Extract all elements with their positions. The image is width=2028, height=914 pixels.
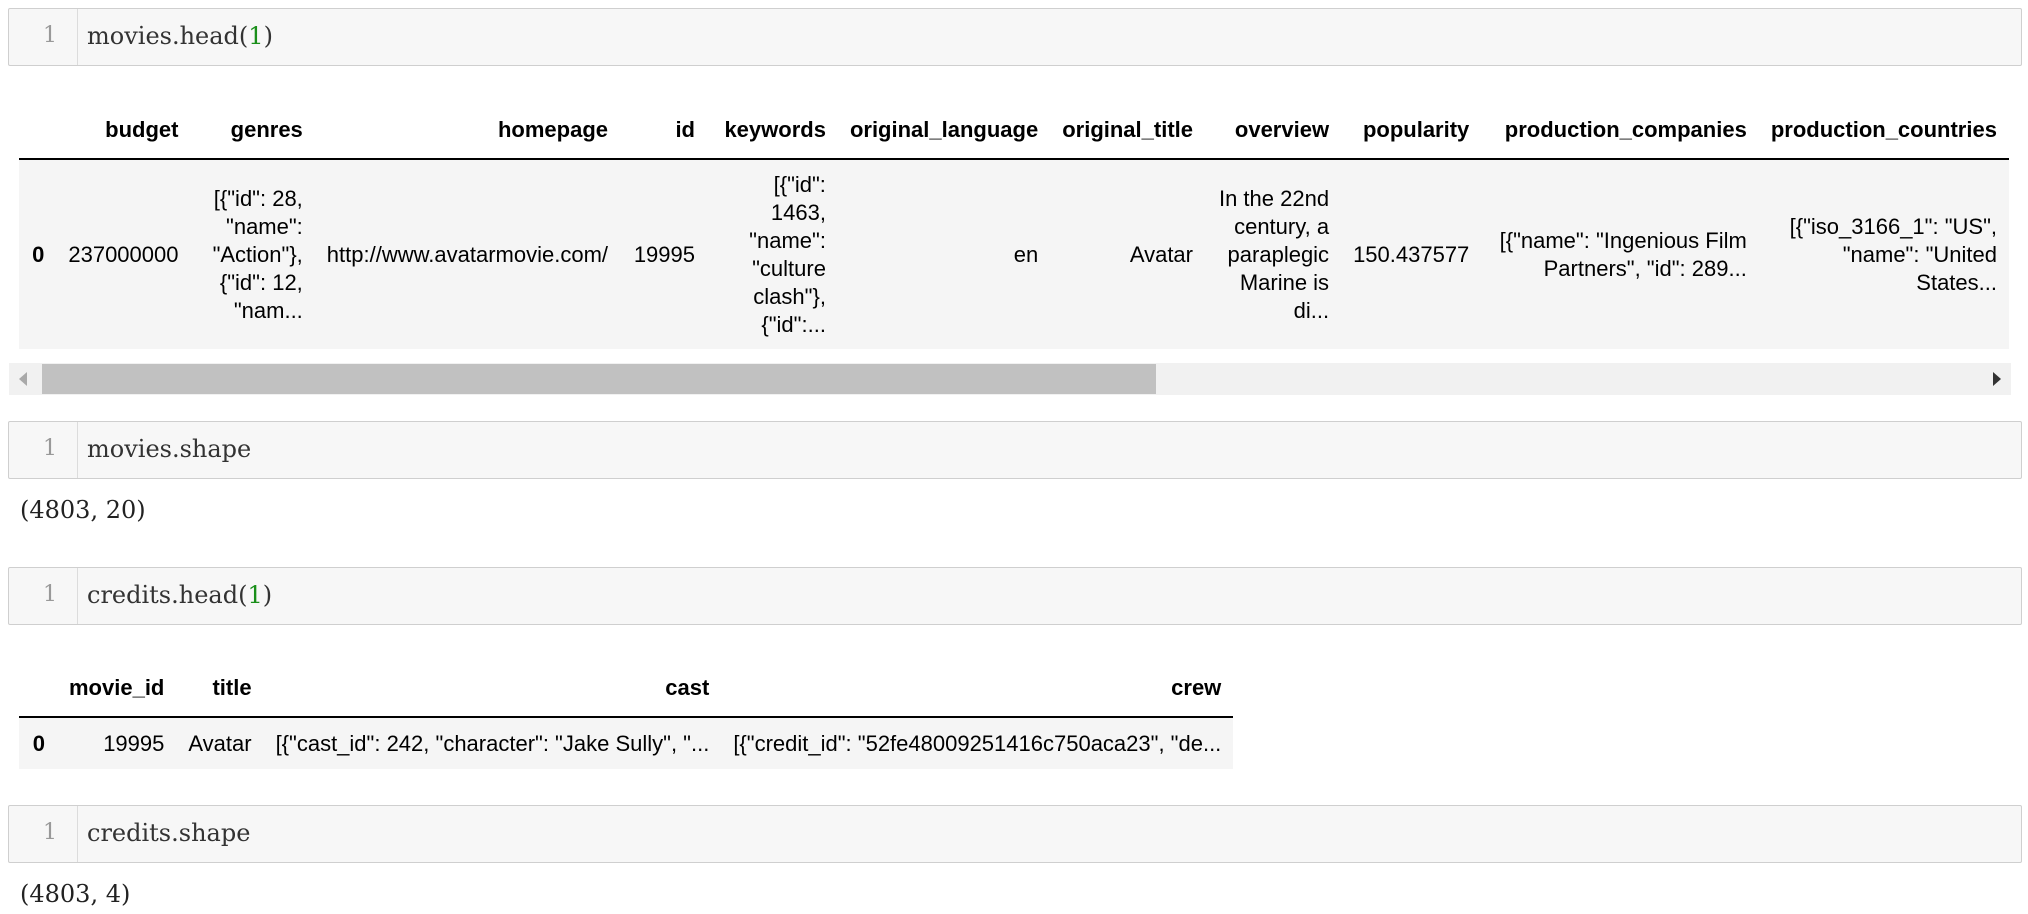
table-header-row: movie_id title cast crew — [19, 660, 1234, 718]
scroll-right-arrow-icon[interactable] — [1993, 372, 2001, 386]
table-header-row: budget genres homepage id keywords origi… — [19, 102, 2009, 160]
column-header-index — [19, 660, 57, 718]
column-header-overview: overview — [1205, 102, 1342, 160]
cell-original-language: en — [1013, 241, 1039, 267]
credits-shape-output: (4803, 4) — [20, 880, 131, 908]
code-editor[interactable]: movies.head(1) — [87, 22, 273, 50]
credits-table: movie_id title cast crew 0 19995 Avatar … — [19, 660, 1234, 769]
cell-genres: [{"id": 28, "name": "Action"}, {"id": 12… — [212, 185, 303, 323]
column-header-production-countries: production_countries — [1758, 102, 2009, 160]
cell-id: 19995 — [633, 241, 695, 267]
cell-production-countries: [{"iso_3166_1": "US", "name": "United St… — [1789, 213, 1997, 295]
code-cell-movies-head[interactable]: 1 movies.head(1) — [8, 8, 2022, 66]
column-header-movie-id: movie_id — [57, 660, 177, 718]
cell-overview: In the 22nd century, a paraplegic Marine… — [1218, 185, 1330, 323]
line-gutter: 1 — [9, 422, 78, 478]
cell-title: Avatar — [188, 730, 252, 756]
code-cell-movies-shape[interactable]: 1 movies.shape — [8, 421, 2022, 479]
horizontal-scrollbar[interactable] — [9, 363, 2011, 395]
cell-production-companies: [{"name": "Ingenious Film Partners", "id… — [1499, 227, 1747, 281]
column-header-index — [19, 102, 57, 160]
column-header-budget: budget — [56, 102, 191, 160]
column-header-crew: crew — [721, 660, 1234, 718]
line-gutter: 1 — [9, 568, 78, 624]
column-header-original-language: original_language — [837, 102, 1051, 160]
column-header-original-title: original_title — [1050, 102, 1205, 160]
line-number: 1 — [43, 23, 57, 48]
table-row: 0 237000000 [{"id": 28, "name": "Action"… — [19, 159, 2009, 349]
code-editor[interactable]: movies.shape — [87, 435, 251, 463]
cell-homepage: http://www.avatarmovie.com/ — [326, 241, 609, 267]
row-index: 0 — [32, 241, 45, 267]
column-header-id: id — [620, 102, 707, 160]
code-editor[interactable]: credits.head(1) — [87, 581, 272, 609]
line-gutter: 1 — [9, 806, 78, 862]
column-header-production-companies: production_companies — [1481, 102, 1759, 160]
row-index: 0 — [32, 730, 45, 756]
cell-keywords: [{"id": 1463, "name": "culture clash"}, … — [749, 171, 826, 337]
column-header-cast: cast — [263, 660, 722, 718]
movies-dataframe-output: budget genres homepage id keywords origi… — [19, 102, 2009, 352]
column-header-keywords: keywords — [707, 102, 838, 160]
movies-table: budget genres homepage id keywords origi… — [19, 102, 2009, 349]
cell-original-title: Avatar — [1129, 241, 1193, 267]
column-header-title: title — [176, 660, 264, 718]
cell-crew: [{"credit_id": "52fe48009251416c750aca23… — [733, 730, 1222, 756]
line-number: 1 — [43, 582, 57, 607]
scroll-left-arrow-icon[interactable] — [19, 372, 27, 386]
cell-movie-id: 19995 — [103, 730, 165, 756]
line-gutter: 1 — [9, 9, 78, 65]
scrollbar-thumb[interactable] — [42, 364, 1156, 394]
cell-cast: [{"cast_id": 242, "character": "Jake Sul… — [275, 730, 710, 756]
column-header-homepage: homepage — [314, 102, 621, 160]
code-editor[interactable]: credits.shape — [87, 819, 250, 847]
table-row: 0 19995 Avatar [{"cast_id": 242, "charac… — [19, 717, 1234, 769]
credits-dataframe-output: movie_id title cast crew 0 19995 Avatar … — [19, 660, 1339, 770]
line-number: 1 — [43, 436, 57, 461]
movies-shape-output: (4803, 20) — [20, 496, 146, 524]
column-header-popularity: popularity — [1341, 102, 1482, 160]
column-header-genres: genres — [190, 102, 315, 160]
code-cell-credits-shape[interactable]: 1 credits.shape — [8, 805, 2022, 863]
cell-popularity: 150.437577 — [1353, 241, 1470, 267]
cell-budget: 237000000 — [68, 241, 179, 267]
code-cell-credits-head[interactable]: 1 credits.head(1) — [8, 567, 2022, 625]
line-number: 1 — [43, 820, 57, 845]
